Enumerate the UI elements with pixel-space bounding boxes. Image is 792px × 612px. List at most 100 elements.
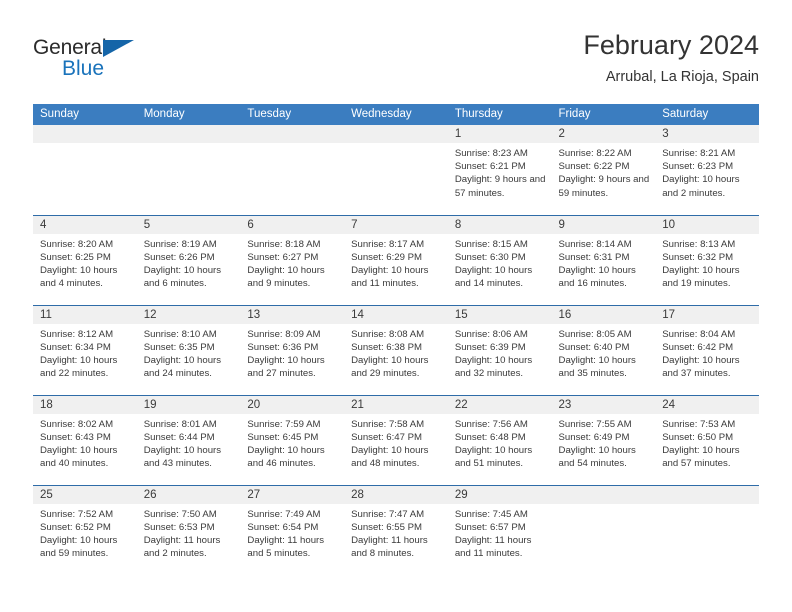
calendar-day-cell[interactable]: 15 Sunrise: 8:06 AM Sunset: 6:39 PM Dayligh… xyxy=(447,304,552,395)
sunrise-text: Sunrise: 8:01 AM xyxy=(143,418,217,430)
day-number: 26 xyxy=(136,485,241,504)
day-number: 12 xyxy=(136,305,241,324)
sunrise-text: Sunrise: 7:49 AM xyxy=(247,508,321,520)
calendar-day-cell[interactable]: 5 Sunrise: 8:19 AM Sunset: 6:26 PM Daylight… xyxy=(136,214,241,305)
sunrise-text: Sunrise: 8:06 AM xyxy=(454,328,528,340)
daylight-text: Daylight: 11 hours and 2 minutes. xyxy=(143,534,221,560)
day-number: 27 xyxy=(240,485,345,504)
calendar-day-cell[interactable]: 19 Sunrise: 8:01 AM Sunset: 6:44 PM Dayligh… xyxy=(136,394,241,485)
weekday-header-monday: Monday xyxy=(136,104,241,125)
sunrise-text: Sunrise: 8:10 AM xyxy=(143,328,217,340)
calendar-week-row: 4 Sunrise: 8:20 AM Sunset: 6:25 PM Daylight… xyxy=(33,214,759,305)
day-number: 25 xyxy=(33,485,137,504)
daylight-text: Daylight: 9 hours and 57 minutes. xyxy=(454,174,546,199)
daylight-text: Daylight: 10 hours and 57 minutes. xyxy=(662,444,740,470)
sunrise-text: Sunrise: 8:17 AM xyxy=(351,238,425,250)
calendar-table: Sunday Monday Tuesday Wednesday Thursday… xyxy=(33,104,759,575)
day-number: 3 xyxy=(655,125,759,143)
day-number xyxy=(344,125,448,143)
day-details: Sunrise: 8:10 AM Sunset: 6:35 PM Daylight:… xyxy=(137,324,241,381)
day-details: Sunrise: 8:05 AM Sunset: 6:40 PM Daylight:… xyxy=(552,324,656,381)
day-number: 8 xyxy=(447,215,552,234)
daylight-text: Daylight: 9 hours and 59 minutes. xyxy=(558,174,650,199)
calendar-week-row: 25 Sunrise: 7:52 AM Sunset: 6:52 PM Dayligh… xyxy=(33,484,759,575)
calendar-day-cell[interactable]: 9 Sunrise: 8:14 AM Sunset: 6:31 PM Daylight… xyxy=(551,214,656,305)
daylight-text: Daylight: 10 hours and 35 minutes. xyxy=(558,354,636,380)
day-number xyxy=(655,485,759,504)
day-details: Sunrise: 8:06 AM Sunset: 6:39 PM Daylight:… xyxy=(448,324,552,381)
calendar-day-cell[interactable]: 20 Sunrise: 7:59 AM Sunset: 6:45 PM Dayligh… xyxy=(240,394,345,485)
daylight-text: Daylight: 10 hours and 11 minutes. xyxy=(351,264,429,290)
calendar-day-cell[interactable]: 10 Sunrise: 8:13 AM Sunset: 6:32 PM Dayligh… xyxy=(655,214,759,305)
calendar-day-cell[interactable]: 24 Sunrise: 7:53 AM Sunset: 6:50 PM Dayligh… xyxy=(655,394,759,485)
day-number xyxy=(240,125,345,143)
calendar-day-cell[interactable]: 1 Sunrise: 8:23 AM Sunset: 6:21 PM Daylight… xyxy=(447,125,552,215)
day-details: Sunrise: 7:53 AM Sunset: 6:50 PM Daylight:… xyxy=(655,414,759,471)
daylight-text: Daylight: 10 hours and 32 minutes. xyxy=(454,354,533,380)
sunset-text: Sunset: 6:55 PM xyxy=(351,521,423,533)
weekday-header-friday: Friday xyxy=(551,104,656,125)
daylight-text: Daylight: 11 hours and 8 minutes. xyxy=(351,534,428,560)
calendar-day-cell[interactable]: 18 Sunrise: 8:02 AM Sunset: 6:43 PM Dayligh… xyxy=(33,394,137,485)
sunset-text: Sunset: 6:43 PM xyxy=(40,431,111,443)
day-details: Sunrise: 7:47 AM Sunset: 6:55 PM Daylight:… xyxy=(344,504,448,561)
calendar-week-row: 1 Sunrise: 8:23 AM Sunset: 6:21 PM Daylight… xyxy=(33,125,759,215)
day-details: Sunrise: 8:02 AM Sunset: 6:43 PM Daylight:… xyxy=(33,414,137,471)
calendar-day-cell[interactable]: 22 Sunrise: 7:56 AM Sunset: 6:48 PM Dayligh… xyxy=(447,394,552,485)
daylight-text: Daylight: 10 hours and 9 minutes. xyxy=(247,264,325,290)
sunset-text: Sunset: 6:54 PM xyxy=(247,521,319,533)
daylight-text: Daylight: 10 hours and 24 minutes. xyxy=(143,354,222,380)
daylight-text: Daylight: 11 hours and 11 minutes. xyxy=(454,534,532,560)
day-number: 24 xyxy=(655,395,759,414)
calendar-day-cell[interactable]: 2 Sunrise: 8:22 AM Sunset: 6:22 PM Daylight… xyxy=(551,125,656,215)
day-number: 7 xyxy=(344,215,448,234)
weekday-header-row: Sunday Monday Tuesday Wednesday Thursday… xyxy=(33,104,759,125)
daylight-text: Daylight: 10 hours and 48 minutes. xyxy=(351,444,429,470)
day-number: 15 xyxy=(447,305,552,324)
calendar-day-cell-empty xyxy=(136,125,241,215)
calendar-day-cell-empty xyxy=(344,125,448,215)
calendar-day-cell[interactable]: 26 Sunrise: 7:50 AM Sunset: 6:53 PM Dayligh… xyxy=(136,484,241,575)
sunset-text: Sunset: 6:31 PM xyxy=(558,251,630,263)
day-details: Sunrise: 7:56 AM Sunset: 6:48 PM Daylight:… xyxy=(448,414,552,471)
calendar-day-cell[interactable]: 28 Sunrise: 7:47 AM Sunset: 6:55 PM Dayligh… xyxy=(344,484,448,575)
calendar-day-cell[interactable]: 6 Sunrise: 8:18 AM Sunset: 6:27 PM Daylight… xyxy=(240,214,345,305)
calendar-week-row: 18 Sunrise: 8:02 AM Sunset: 6:43 PM Dayligh… xyxy=(33,394,759,485)
weekday-header-tuesday: Tuesday xyxy=(240,104,345,125)
calendar-day-cell[interactable]: 4 Sunrise: 8:20 AM Sunset: 6:25 PM Daylight… xyxy=(33,214,137,305)
daylight-text: Daylight: 10 hours and 4 minutes. xyxy=(40,264,118,290)
sunrise-text: Sunrise: 8:09 AM xyxy=(247,328,321,340)
sunset-text: Sunset: 6:22 PM xyxy=(558,161,630,173)
calendar-day-cell[interactable]: 11 Sunrise: 8:12 AM Sunset: 6:34 PM Dayligh… xyxy=(33,304,137,395)
day-number: 19 xyxy=(136,395,241,414)
day-details: Sunrise: 8:09 AM Sunset: 6:36 PM Daylight:… xyxy=(240,324,344,381)
day-details: Sunrise: 8:01 AM Sunset: 6:44 PM Daylight:… xyxy=(137,414,241,471)
calendar-day-cell[interactable]: 27 Sunrise: 7:49 AM Sunset: 6:54 PM Dayligh… xyxy=(240,484,345,575)
calendar-day-cell[interactable]: 21 Sunrise: 7:58 AM Sunset: 6:47 PM Dayligh… xyxy=(344,394,448,485)
sunrise-text: Sunrise: 8:08 AM xyxy=(351,328,425,340)
sunset-text: Sunset: 6:26 PM xyxy=(143,251,215,263)
general-blue-logo[interactable]: General Blue xyxy=(33,36,153,84)
calendar-day-cell[interactable]: 23 Sunrise: 7:55 AM Sunset: 6:49 PM Dayligh… xyxy=(551,394,656,485)
calendar-day-cell[interactable]: 17 Sunrise: 8:04 AM Sunset: 6:42 PM Dayligh… xyxy=(655,304,759,395)
weekday-header-saturday: Saturday xyxy=(655,104,759,125)
calendar-day-cell[interactable]: 3 Sunrise: 8:21 AM Sunset: 6:23 PM Daylight… xyxy=(655,125,759,215)
calendar-day-cell[interactable]: 29 Sunrise: 7:45 AM Sunset: 6:57 PM Dayligh… xyxy=(447,484,552,575)
logo-text-blue: Blue xyxy=(62,57,105,80)
daylight-text: Daylight: 10 hours and 43 minutes. xyxy=(143,444,222,470)
calendar-day-cell-empty xyxy=(33,125,137,215)
calendar-day-cell[interactable]: 8 Sunrise: 8:15 AM Sunset: 6:30 PM Daylight… xyxy=(447,214,552,305)
calendar-day-cell[interactable]: 25 Sunrise: 7:52 AM Sunset: 6:52 PM Dayligh… xyxy=(33,484,137,575)
calendar-day-cell[interactable]: 12 Sunrise: 8:10 AM Sunset: 6:35 PM Dayligh… xyxy=(136,304,241,395)
calendar-day-cell[interactable]: 13 Sunrise: 8:09 AM Sunset: 6:36 PM Dayligh… xyxy=(240,304,345,395)
calendar-day-cell[interactable]: 7 Sunrise: 8:17 AM Sunset: 6:29 PM Daylight… xyxy=(344,214,448,305)
calendar-day-cell[interactable]: 16 Sunrise: 8:05 AM Sunset: 6:40 PM Dayligh… xyxy=(551,304,656,395)
daylight-text: Daylight: 10 hours and 14 minutes. xyxy=(454,264,533,290)
calendar-day-cell[interactable]: 14 Sunrise: 8:08 AM Sunset: 6:38 PM Dayligh… xyxy=(344,304,448,395)
sunset-text: Sunset: 6:25 PM xyxy=(40,251,111,263)
daylight-text: Daylight: 10 hours and 59 minutes. xyxy=(40,534,118,560)
sunrise-text: Sunrise: 7:58 AM xyxy=(351,418,425,430)
sunrise-text: Sunrise: 7:56 AM xyxy=(454,418,528,430)
daylight-text: Daylight: 10 hours and 46 minutes. xyxy=(247,444,325,470)
sunset-text: Sunset: 6:23 PM xyxy=(662,161,734,173)
